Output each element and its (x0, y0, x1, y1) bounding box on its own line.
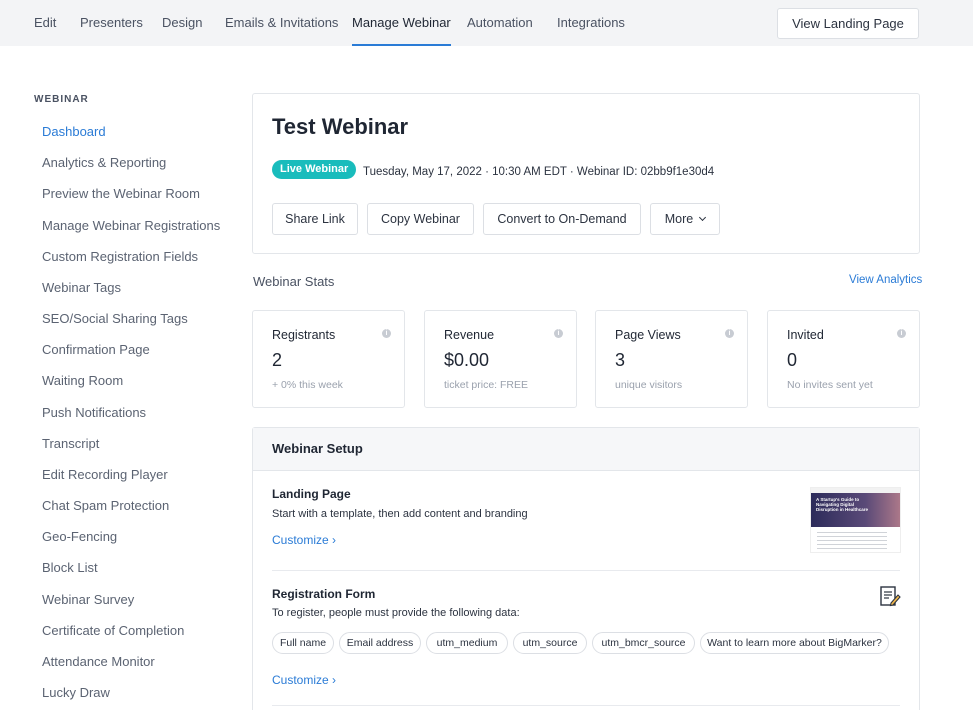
stat-value: 2 (272, 350, 283, 370)
thumbnail-hero-text: A Startup's Guide to Navigating Digital … (816, 497, 869, 512)
sidebar-item-push-notifications[interactable]: Push Notifications (42, 405, 146, 420)
sidebar-item-webinar-survey[interactable]: Webinar Survey (42, 592, 134, 607)
stat-value: 3 (615, 350, 626, 370)
section-divider (272, 705, 900, 706)
webinar-setup-card (252, 427, 920, 710)
copy-webinar-button[interactable]: Copy Webinar (367, 203, 474, 235)
sidebar-item-lucky-draw[interactable]: Lucky Draw (42, 685, 110, 700)
field-chip: Want to learn more about BigMarker? (700, 632, 889, 654)
field-chip: utm_source (513, 632, 587, 654)
tab-design[interactable]: Design (162, 0, 202, 46)
sidebar-item-attendance-monitor[interactable]: Attendance Monitor (42, 654, 155, 669)
sidebar-item-confirmation-page[interactable]: Confirmation Page (42, 342, 150, 357)
sidebar-item-preview-room[interactable]: Preview the Webinar Room (42, 186, 200, 201)
sidebar-item-custom-registration-fields[interactable]: Custom Registration Fields (42, 249, 198, 264)
stat-sub: unique visitors (615, 379, 683, 391)
stats-section-label: Webinar Stats (253, 274, 335, 289)
more-label: More (664, 212, 694, 226)
webinar-meta: Tuesday, May 17, 2022 · 10:30 AM EDT · W… (363, 166, 715, 178)
info-icon[interactable]: i (897, 329, 906, 338)
sidebar-item-geo-fencing[interactable]: Geo-Fencing (42, 529, 117, 544)
info-icon[interactable]: i (554, 329, 563, 338)
tab-manage-webinar[interactable]: Manage Webinar (352, 0, 451, 46)
stat-card-page-views: Page Views i 3 unique visitors (595, 310, 748, 408)
page-title: Test Webinar (272, 114, 409, 139)
share-link-button[interactable]: Share Link (272, 203, 358, 235)
stat-sub: + 0% this week (272, 379, 343, 391)
sidebar-item-block-list[interactable]: Block List (42, 560, 98, 575)
view-landing-page-button[interactable]: View Landing Page (777, 8, 919, 39)
customize-label: Customize (272, 533, 329, 547)
info-icon[interactable]: i (382, 329, 391, 338)
tab-automation[interactable]: Automation (467, 0, 533, 46)
sidebar-item-transcript[interactable]: Transcript (42, 436, 99, 451)
convert-on-demand-button[interactable]: Convert to On-Demand (483, 203, 641, 235)
status-badge: Live Webinar (272, 160, 357, 179)
tab-presenters[interactable]: Presenters (80, 0, 143, 46)
sidebar-item-certificate-of-completion[interactable]: Certificate of Completion (42, 623, 184, 638)
thumbnail-text-lines (817, 532, 887, 550)
stat-card-invited: Invited i 0 No invites sent yet (767, 310, 920, 408)
sidebar-item-chat-spam-protection[interactable]: Chat Spam Protection (42, 498, 169, 513)
tab-integrations[interactable]: Integrations (557, 0, 625, 46)
stat-value: $0.00 (444, 350, 490, 370)
landing-page-thumbnail[interactable]: A Startup's Guide to Navigating Digital … (810, 487, 901, 553)
sidebar-section-title: WEBINAR (34, 94, 89, 105)
chevron-right-icon: › (332, 533, 337, 547)
tab-emails-invitations[interactable]: Emails & Invitations (225, 0, 338, 46)
sidebar-item-webinar-tags[interactable]: Webinar Tags (42, 280, 121, 295)
stat-label: Invited (787, 328, 824, 342)
stat-value: 0 (787, 350, 798, 370)
stat-sub: No invites sent yet (787, 379, 873, 391)
registration-customize-link[interactable]: Customize › (272, 673, 336, 687)
tab-edit[interactable]: Edit (34, 0, 56, 46)
field-chip: utm_medium (426, 632, 508, 654)
stat-card-revenue: Revenue i $0.00 ticket price: FREE (424, 310, 577, 408)
sidebar-item-waiting-room[interactable]: Waiting Room (42, 373, 123, 388)
form-edit-icon (880, 586, 901, 607)
section-divider (272, 570, 900, 571)
field-chip: utm_bmcr_source (592, 632, 695, 654)
info-icon[interactable]: i (725, 329, 734, 338)
field-chip: Full name (272, 632, 334, 654)
stat-card-registrants: Registrants i 2 + 0% this week (252, 310, 405, 408)
chevron-down-icon (699, 213, 707, 222)
top-nav: Edit Presenters Design Emails & Invitati… (0, 0, 973, 46)
sidebar-item-analytics-reporting[interactable]: Analytics & Reporting (42, 155, 166, 170)
stat-label: Registrants (272, 328, 336, 342)
sidebar-item-edit-recording-player[interactable]: Edit Recording Player (42, 467, 168, 482)
stat-label: Page Views (615, 328, 681, 342)
landing-page-desc: Start with a template, then add content … (272, 508, 528, 520)
customize-label: Customize (272, 673, 329, 687)
view-analytics-link[interactable]: View Analytics (849, 274, 922, 286)
sidebar-item-manage-registrations[interactable]: Manage Webinar Registrations (42, 218, 220, 233)
chevron-right-icon: › (332, 673, 337, 687)
sidebar-item-seo-social-tags[interactable]: SEO/Social Sharing Tags (42, 311, 188, 326)
registration-form-desc: To register, people must provide the fol… (272, 607, 520, 619)
registration-form-title: Registration Form (272, 587, 376, 601)
field-chip: Email address (339, 632, 421, 654)
setup-title: Webinar Setup (272, 441, 363, 456)
stat-sub: ticket price: FREE (444, 379, 529, 391)
stat-label: Revenue (444, 328, 495, 342)
more-button[interactable]: More (650, 203, 720, 235)
landing-page-title: Landing Page (272, 487, 351, 501)
landing-customize-link[interactable]: Customize › (272, 533, 336, 547)
sidebar-item-dashboard[interactable]: Dashboard (42, 124, 106, 139)
